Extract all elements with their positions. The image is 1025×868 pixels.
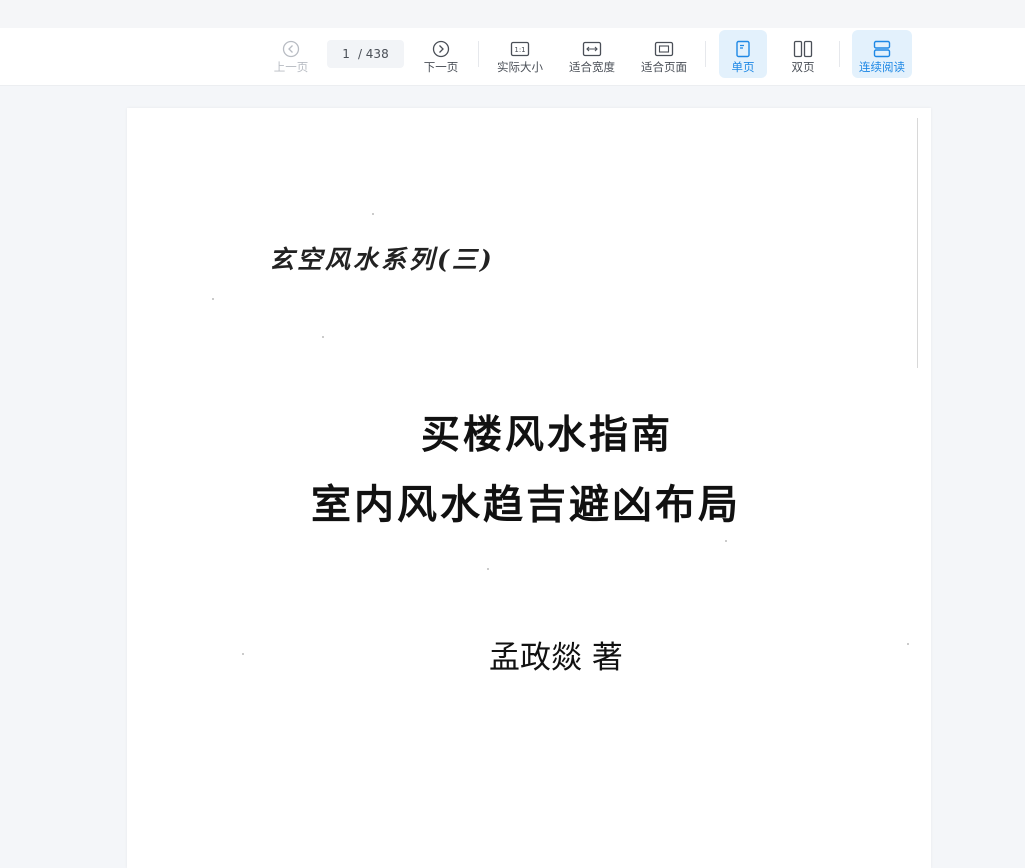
double-page-label: 双页 (791, 59, 815, 74)
single-page-label: 单页 (731, 59, 755, 74)
prev-page-label: 上一页 (273, 59, 309, 74)
chevron-left-circle-icon (282, 39, 300, 59)
fit-page-icon (654, 39, 674, 59)
author-line: 孟政燚 著 (489, 640, 623, 676)
book-title-line2: 室内风水趋吉避凶布局 (311, 481, 741, 528)
toolbar-divider (705, 41, 706, 67)
double-page-icon (793, 39, 813, 59)
top-strip (0, 0, 1025, 28)
scan-speck (372, 213, 374, 215)
page-number-input[interactable]: 1 / 438 (327, 40, 404, 68)
scan-speck (487, 568, 489, 570)
scan-speck (725, 540, 727, 542)
actual-size-icon: 1:1 (510, 39, 530, 59)
total-pages: / 438 (357, 47, 389, 61)
chevron-right-circle-icon (432, 39, 450, 59)
fit-width-label: 适合宽度 (569, 59, 615, 74)
scan-speck (322, 336, 324, 338)
toolbar-divider (478, 41, 479, 67)
scan-speck (212, 298, 214, 300)
viewer-toolbar: 上一页 1 / 438 下一页 1:1 实际大小 适合宽度 适合页面 单页 双页… (0, 28, 1025, 86)
scan-speck (242, 653, 244, 655)
continuous-reading-button[interactable]: 连续阅读 (852, 28, 912, 85)
series-title: 玄空风水系列(三) (269, 245, 495, 274)
current-page[interactable]: 1 (342, 47, 350, 61)
toolbar-divider (839, 41, 840, 67)
single-page-button[interactable]: 单页 (719, 28, 767, 85)
next-page-button[interactable]: 下一页 (420, 28, 462, 85)
book-title-line1: 买楼风水指南 (420, 412, 673, 458)
single-page-icon (735, 39, 751, 59)
actual-size-label: 实际大小 (497, 59, 543, 74)
fit-page-label: 适合页面 (641, 59, 687, 74)
actual-size-button[interactable]: 1:1 实际大小 (494, 28, 546, 85)
continuous-reading-label: 连续阅读 (859, 59, 905, 74)
double-page-button[interactable]: 双页 (780, 28, 826, 85)
fit-width-button[interactable]: 适合宽度 (566, 28, 618, 85)
continuous-reading-icon (873, 39, 891, 59)
next-page-label: 下一页 (423, 59, 459, 74)
document-page: 玄空风水系列(三) 买楼风水指南 室内风水趋吉避凶布局 孟政燚 著 (127, 108, 931, 868)
scan-speck (907, 643, 909, 645)
prev-page-button[interactable]: 上一页 (270, 28, 312, 85)
scan-edge-line (917, 118, 918, 368)
fit-width-icon (582, 39, 602, 59)
actual-size-icon-text: 1:1 (514, 46, 525, 54)
fit-page-button[interactable]: 适合页面 (638, 28, 690, 85)
